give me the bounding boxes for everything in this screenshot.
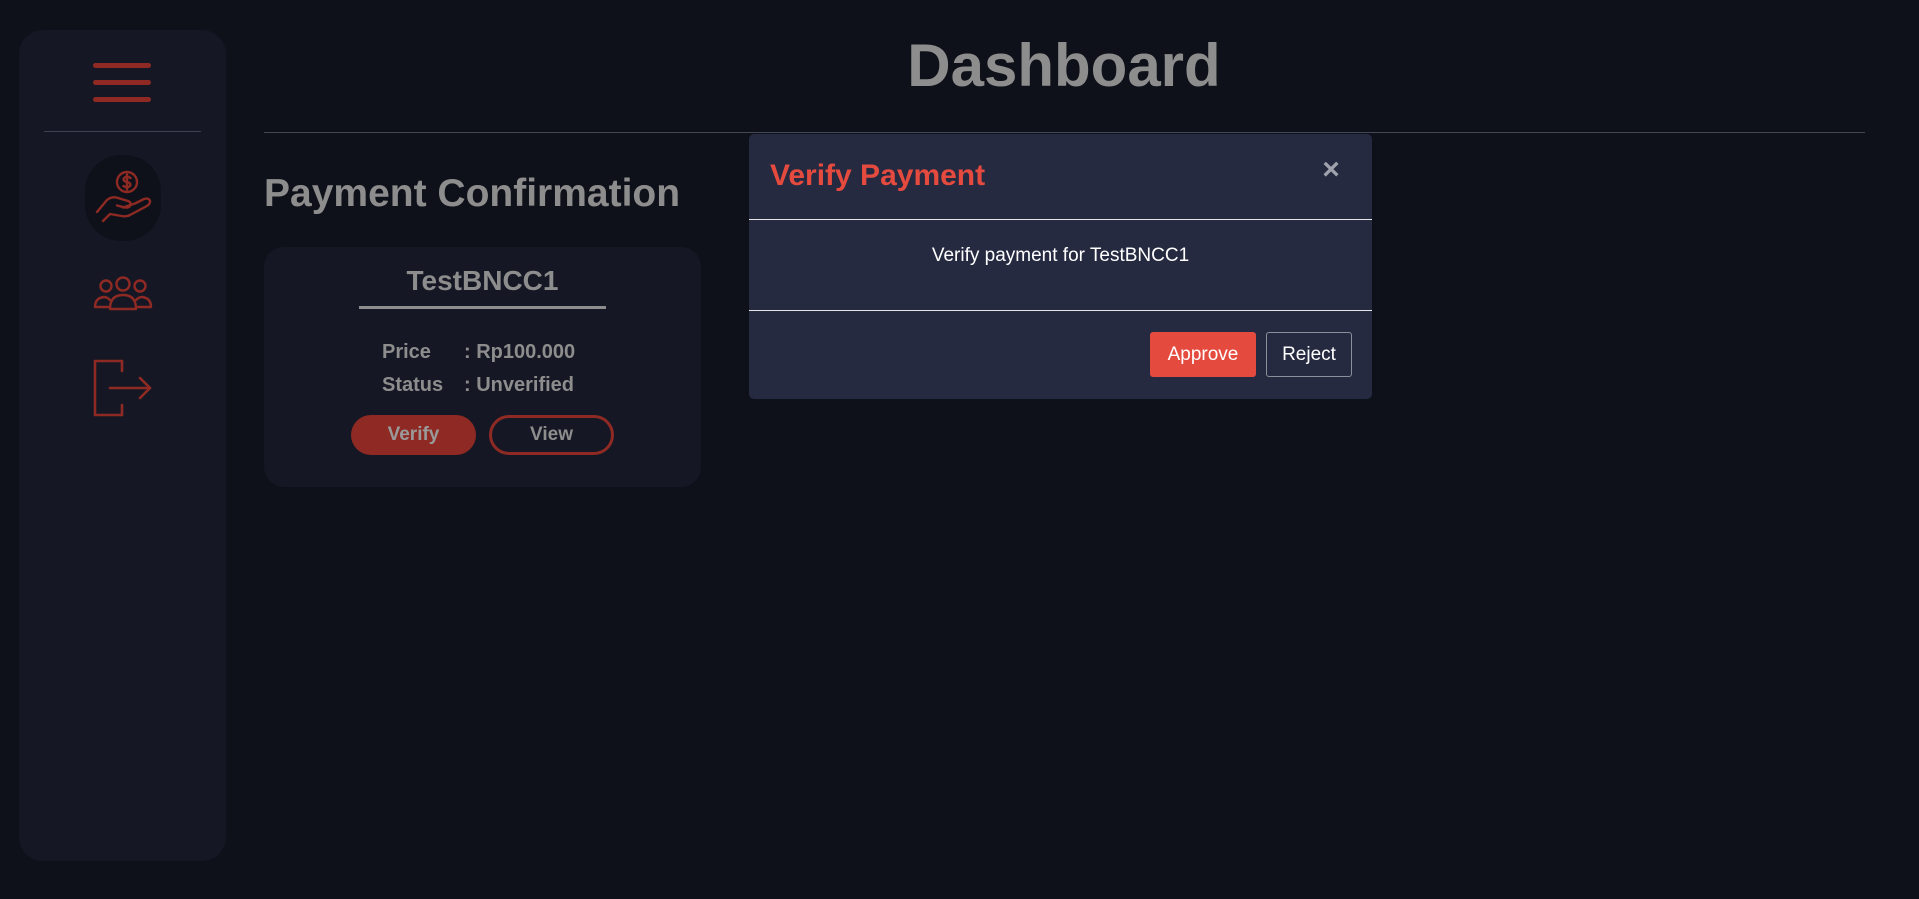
status-value: : Unverified [464, 374, 575, 396]
view-button[interactable]: View [489, 415, 614, 455]
close-icon[interactable]: × [1319, 155, 1343, 185]
modal-title: Verify Payment [770, 159, 986, 192]
price-row: Price : Rp100.000 [382, 340, 575, 364]
users-group-icon [93, 276, 153, 311]
section-title: Payment Confirmation [264, 172, 681, 215]
payment-card: TestBNCC1 Price : Rp100.000 Status : Unver… [264, 247, 701, 487]
hamburger-menu-icon[interactable] [93, 63, 151, 103]
reject-button[interactable]: Reject [1266, 332, 1352, 377]
modal-message: Verify payment for TestBNCC1 [931, 245, 1190, 266]
sidebar-divider [44, 131, 201, 132]
logout-icon [93, 359, 152, 417]
verify-payment-modal: Verify Payment × Verify payment for Test… [749, 134, 1372, 399]
approve-button[interactable]: Approve [1150, 332, 1256, 377]
hand-holding-dollar-icon [95, 170, 152, 223]
sidebar-item-payment[interactable] [85, 155, 161, 241]
verify-button[interactable]: Verify [351, 415, 476, 455]
price-value: : Rp100.000 [464, 341, 576, 363]
modal-footer-divider [749, 310, 1372, 311]
sidebar [19, 30, 226, 861]
page-title: Dashboard [907, 32, 1221, 99]
card-title: TestBNCC1 [359, 261, 606, 309]
price-label: Price [382, 341, 431, 363]
modal-header-divider [749, 219, 1372, 220]
header-divider [264, 132, 1865, 133]
status-row: Status : Unverified [382, 373, 574, 397]
sidebar-item-users[interactable] [85, 251, 161, 337]
sidebar-item-logout[interactable] [85, 345, 161, 431]
status-label: Status [382, 374, 444, 396]
